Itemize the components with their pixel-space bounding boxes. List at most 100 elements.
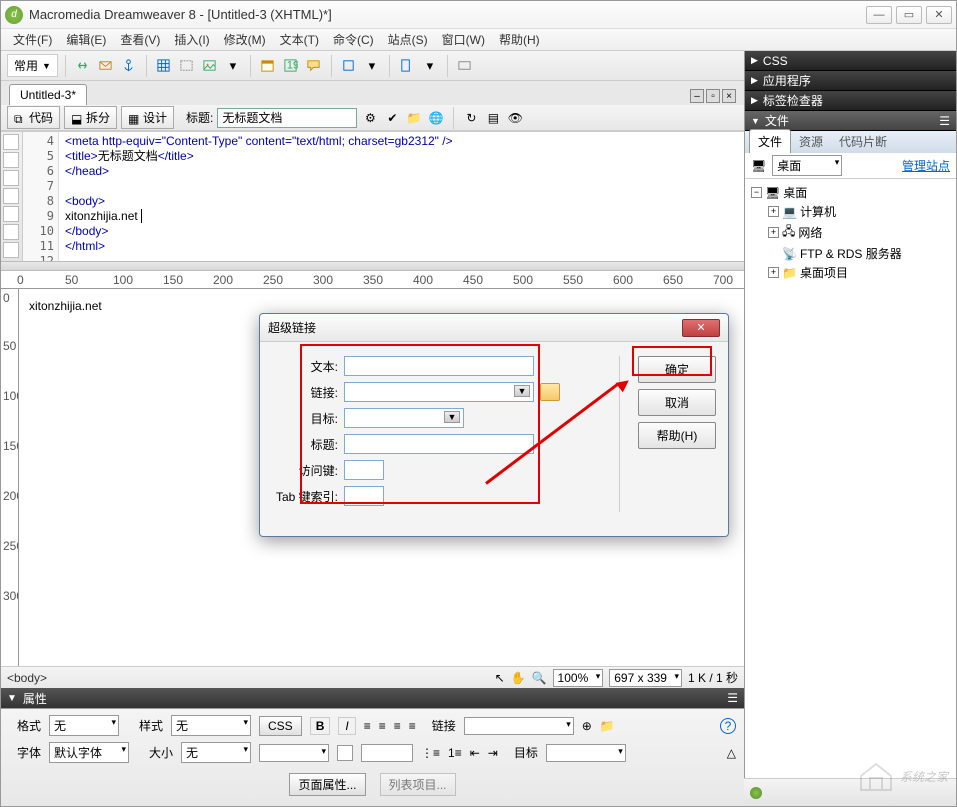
- expand-toggle[interactable]: −: [751, 187, 762, 198]
- code-tool-6[interactable]: [3, 224, 19, 240]
- link-combo[interactable]: [464, 717, 574, 735]
- hand-tool-icon[interactable]: ✋: [511, 671, 526, 685]
- tree-desktop[interactable]: 桌面: [783, 184, 807, 201]
- email-link-icon[interactable]: [96, 56, 116, 76]
- code-tool-3[interactable]: [3, 170, 19, 186]
- tag-chooser-icon[interactable]: ▾: [420, 56, 440, 76]
- doc-restore-button[interactable]: ▫: [706, 89, 720, 103]
- dialog-close-button[interactable]: ✕: [682, 319, 720, 337]
- dlg-tabindex-input[interactable]: [344, 486, 384, 506]
- properties-header[interactable]: ▼ 属性 ☰: [1, 688, 744, 708]
- text-color-swatch[interactable]: [337, 745, 353, 761]
- help-icon[interactable]: ?: [720, 718, 736, 734]
- menu-view[interactable]: 查看(V): [114, 29, 166, 50]
- tree-computer[interactable]: 计算机: [800, 203, 836, 220]
- tag-inspector-panel-header[interactable]: ▶标签检查器: [745, 91, 956, 111]
- window-size-combo[interactable]: 697 x 339: [609, 669, 682, 687]
- server-include-icon[interactable]: 19: [281, 56, 301, 76]
- split-view-button[interactable]: ⬓拆分: [64, 106, 117, 129]
- refresh-icon[interactable]: ↻: [462, 109, 480, 127]
- align-justify-icon[interactable]: ≡: [409, 719, 416, 733]
- manage-sites-link[interactable]: 管理站点: [902, 157, 950, 174]
- font-combo[interactable]: 默认字体: [49, 742, 129, 763]
- dlg-cancel-button[interactable]: 取消: [638, 389, 716, 416]
- view-options-icon[interactable]: ▤: [484, 109, 502, 127]
- select-tool-icon[interactable]: ↖: [495, 671, 505, 685]
- dlg-text-input[interactable]: [344, 356, 534, 376]
- dlg-help-button[interactable]: 帮助(H): [638, 422, 716, 449]
- browse-icon[interactable]: 📁: [600, 719, 615, 733]
- dlg-ok-button[interactable]: 确定: [638, 356, 716, 383]
- menu-modify[interactable]: 修改(M): [218, 29, 272, 50]
- target-combo[interactable]: [546, 744, 626, 762]
- tab-files[interactable]: 文件: [749, 129, 791, 153]
- dialog-titlebar[interactable]: 超级链接 ✕: [260, 314, 728, 342]
- align-left-icon[interactable]: ≡: [364, 719, 371, 733]
- align-center-icon[interactable]: ≡: [379, 719, 386, 733]
- css-panel-header[interactable]: ▶CSS: [745, 51, 956, 71]
- validate-icon[interactable]: ✔: [383, 109, 401, 127]
- code-tool-5[interactable]: [3, 206, 19, 222]
- code-editor[interactable]: <meta http-equiv="Content-Type" content=…: [59, 132, 744, 261]
- point-to-file-icon[interactable]: ⊕: [582, 719, 592, 733]
- comment-icon[interactable]: [304, 56, 324, 76]
- menu-help[interactable]: 帮助(H): [493, 29, 546, 50]
- templates-icon[interactable]: [397, 56, 417, 76]
- application-panel-header[interactable]: ▶应用程序: [745, 71, 956, 91]
- div-icon[interactable]: [177, 56, 197, 76]
- list-ul-icon[interactable]: ⋮≡: [421, 746, 440, 760]
- page-properties-button[interactable]: 页面属性...: [289, 773, 365, 796]
- title-input[interactable]: [217, 108, 357, 128]
- doc-minimize-button[interactable]: –: [690, 89, 704, 103]
- script-icon[interactable]: ▾: [362, 56, 382, 76]
- insert-category-dropdown[interactable]: 常用 ▼: [7, 54, 58, 77]
- document-tab[interactable]: Untitled-3*: [9, 84, 87, 105]
- image-icon[interactable]: [200, 56, 220, 76]
- tag-selector[interactable]: <body>: [7, 671, 47, 685]
- panel-menu-icon[interactable]: ☰: [727, 691, 738, 705]
- tree-desktop-items[interactable]: 桌面项目: [800, 264, 848, 281]
- tree-ftp[interactable]: FTP & RDS 服务器: [800, 245, 902, 262]
- close-button[interactable]: ✕: [926, 6, 952, 24]
- size-combo[interactable]: 无: [181, 742, 251, 763]
- dlg-link-combo[interactable]: [344, 382, 534, 402]
- anchor-icon[interactable]: [119, 56, 139, 76]
- expand-icon[interactable]: △: [727, 746, 736, 760]
- indent-icon[interactable]: ⇥: [488, 746, 498, 760]
- hyperlink-icon[interactable]: [73, 56, 93, 76]
- menu-edit[interactable]: 编辑(E): [60, 29, 112, 50]
- dlg-title-input[interactable]: [344, 434, 534, 454]
- format-combo[interactable]: 无: [49, 715, 119, 736]
- bold-button[interactable]: B: [310, 717, 331, 735]
- file-mgmt-icon[interactable]: 📁: [405, 109, 423, 127]
- css-button[interactable]: CSS: [259, 716, 302, 736]
- visual-aids-icon[interactable]: 👁: [506, 109, 524, 127]
- code-tool-1[interactable]: [3, 134, 19, 150]
- code-view-button[interactable]: ⧉代码: [7, 106, 60, 129]
- menu-commands[interactable]: 命令(C): [327, 29, 380, 50]
- align-right-icon[interactable]: ≡: [394, 719, 401, 733]
- preview-icon[interactable]: 🌐: [427, 109, 445, 127]
- maximize-button[interactable]: ▭: [896, 6, 922, 24]
- expand-toggle[interactable]: +: [768, 227, 779, 238]
- doc-close-button[interactable]: ×: [722, 89, 736, 103]
- code-tool-4[interactable]: [3, 188, 19, 204]
- list-ol-icon[interactable]: 1≡: [448, 746, 462, 760]
- browse-folder-button[interactable]: [540, 383, 560, 401]
- menu-window[interactable]: 窗口(W): [436, 29, 491, 50]
- date-icon[interactable]: [258, 56, 278, 76]
- outdent-icon[interactable]: ⇤: [470, 746, 480, 760]
- menu-site[interactable]: 站点(S): [382, 29, 434, 50]
- minimize-button[interactable]: —: [866, 6, 892, 24]
- dlg-target-combo[interactable]: [344, 408, 464, 428]
- media-icon[interactable]: ▾: [223, 56, 243, 76]
- dlg-accesskey-input[interactable]: [344, 460, 384, 480]
- text-color-input[interactable]: [361, 744, 413, 762]
- menu-file[interactable]: 文件(F): [7, 29, 58, 50]
- tree-network[interactable]: 网络: [798, 224, 822, 241]
- menu-insert[interactable]: 插入(I): [168, 29, 215, 50]
- menu-text[interactable]: 文本(T): [274, 29, 325, 50]
- more-icon[interactable]: [455, 56, 475, 76]
- code-tool-7[interactable]: [3, 242, 19, 258]
- italic-button[interactable]: I: [338, 717, 355, 735]
